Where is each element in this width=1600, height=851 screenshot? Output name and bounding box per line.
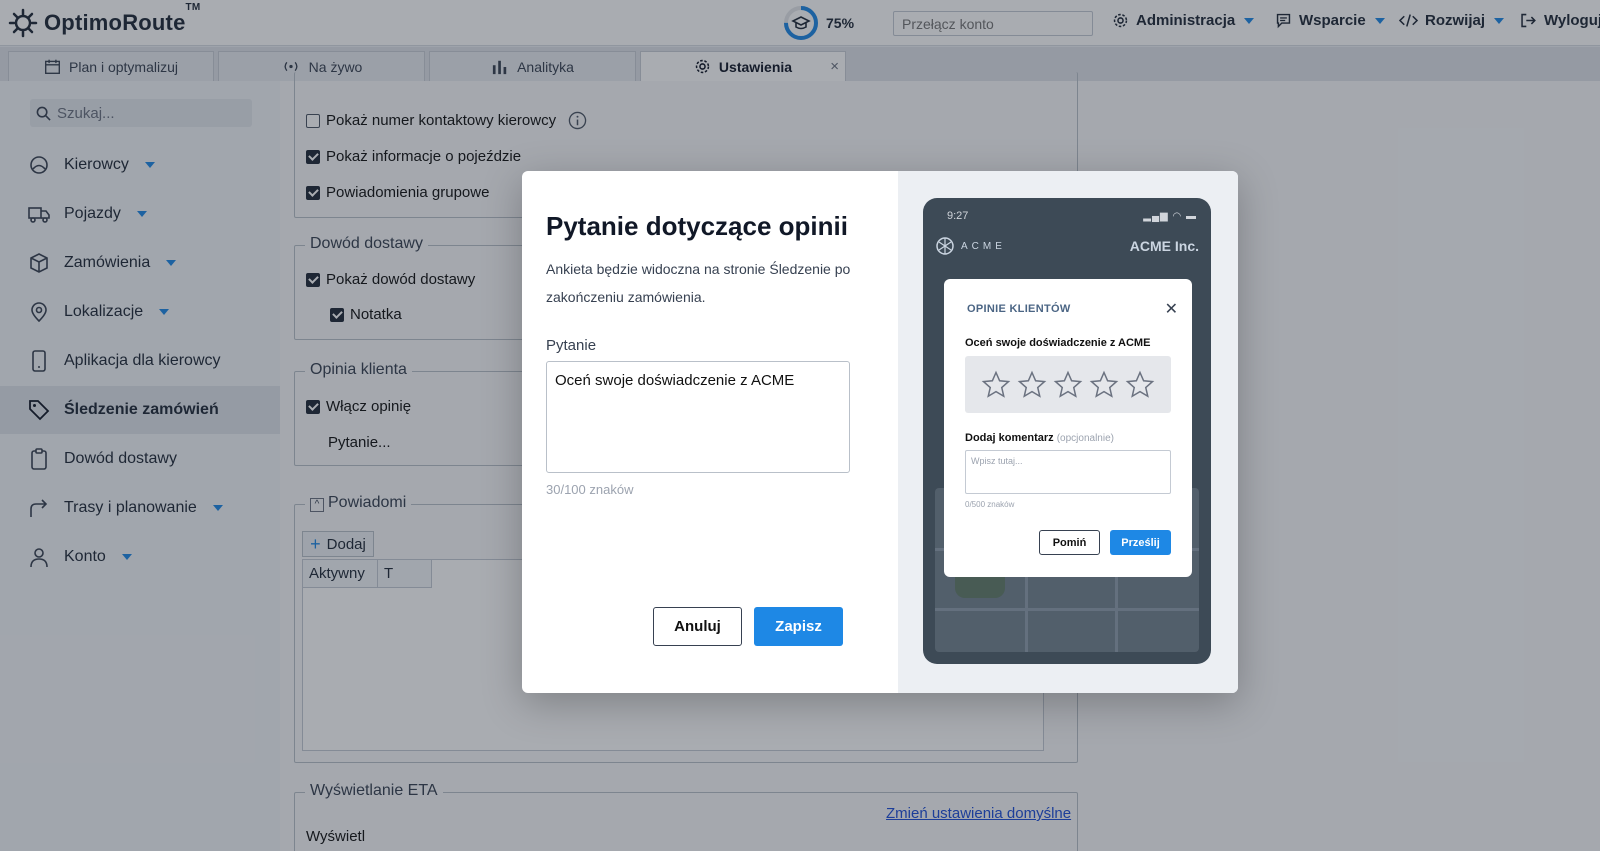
- star-icon: [981, 370, 1011, 398]
- preview-panel: 9:27 ▂▄▆ ◠ ▬ ACME ACME Inc. OPINIE KLIEN…: [898, 171, 1238, 693]
- star-icon: [1125, 370, 1155, 398]
- modal-description: Ankieta będzie widoczna na stronie Śledz…: [546, 261, 851, 305]
- feedback-card-preview: OPINIE KLIENTÓW ✕ Oceń swoje doświadczen…: [944, 279, 1192, 577]
- save-button[interactable]: Zapisz: [754, 607, 843, 646]
- signal-battery-icon: ▂▄▆ ◠ ▬: [1143, 211, 1197, 222]
- comment-label: Dodaj komentarz (opcjonalnie): [965, 432, 1114, 444]
- feedback-card-question: Oceń swoje doświadczenie z ACME: [965, 337, 1151, 349]
- phone-company: ACME Inc.: [1129, 238, 1199, 254]
- question-label: Pytanie: [546, 337, 597, 354]
- submit-button-preview: Prześlij: [1110, 530, 1171, 555]
- star-icon: [1017, 370, 1047, 398]
- comment-field-preview: Wpisz tutaj...: [965, 450, 1171, 494]
- modal-form: Pytanie dotyczące opinii Ankieta będzie …: [522, 171, 898, 693]
- question-textarea[interactable]: Oceń swoje doświadczenie z ACME: [546, 361, 850, 473]
- phone-preview: 9:27 ▂▄▆ ◠ ▬ ACME ACME Inc. OPINIE KLIEN…: [923, 198, 1211, 664]
- star-icon: [1089, 370, 1119, 398]
- star-icon: [1053, 370, 1083, 398]
- feedback-card-title: OPINIE KLIENTÓW: [967, 303, 1071, 315]
- skip-button-preview: Pomiń: [1039, 530, 1100, 555]
- phone-time: 9:27: [947, 210, 969, 222]
- star-rating: [965, 356, 1171, 413]
- acme-logo-icon: [936, 237, 954, 255]
- modal-title: Pytanie dotyczące opinii: [546, 211, 848, 241]
- comment-counter: 0/500 znaków: [965, 500, 1015, 509]
- feedback-question-modal: Pytanie dotyczące opinii Ankieta będzie …: [522, 171, 1238, 693]
- character-counter: 30/100 znaków: [546, 482, 634, 497]
- close-icon: ✕: [1164, 301, 1178, 318]
- phone-brand: ACME: [961, 241, 1006, 252]
- cancel-button[interactable]: Anuluj: [653, 607, 742, 646]
